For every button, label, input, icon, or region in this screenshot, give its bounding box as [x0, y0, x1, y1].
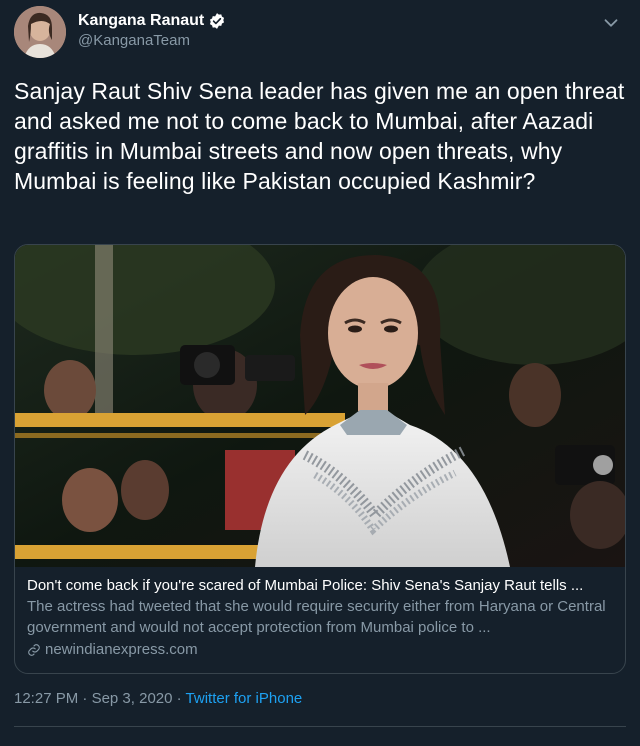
user-names: Kangana Ranaut @KanganaTeam [78, 12, 226, 49]
link-icon [28, 643, 40, 656]
chevron-down-icon[interactable] [600, 12, 622, 34]
divider [14, 726, 626, 727]
user-handle[interactable]: @KanganaTeam [78, 32, 226, 49]
link-card[interactable]: Don't come back if you're scared of Mumb… [14, 244, 626, 674]
verified-badge-icon [210, 13, 225, 29]
card-title: Don't come back if you're scared of Mumb… [27, 577, 584, 594]
display-name[interactable]: Kangana Ranaut [78, 12, 204, 30]
avatar[interactable] [14, 6, 66, 58]
tweet-footer: 12:27 PM · Sep 3, 2020 · Twitter for iPh… [14, 690, 302, 707]
footer-separator-2: · [172, 690, 186, 707]
tweet-client[interactable]: Twitter for iPhone [186, 690, 303, 707]
card-domain-row: newindianexpress.com [27, 641, 613, 658]
card-description: The actress had tweeted that she would r… [27, 598, 606, 636]
tweet-header: Kangana Ranaut @KanganaTeam [14, 6, 626, 62]
card-domain: newindianexpress.com [45, 641, 198, 658]
tweet: Kangana Ranaut @KanganaTeam Sanjay Raut … [0, 0, 640, 746]
card-image [15, 245, 625, 567]
tweet-time[interactable]: 12:27 PM [14, 690, 78, 707]
footer-separator: · [78, 690, 92, 707]
display-name-row: Kangana Ranaut [78, 12, 226, 30]
card-meta: Don't come back if you're scared of Mumb… [15, 567, 625, 668]
tweet-date[interactable]: Sep 3, 2020 [92, 690, 173, 707]
tweet-text: Sanjay Raut Shiv Sena leader has given m… [14, 78, 625, 194]
